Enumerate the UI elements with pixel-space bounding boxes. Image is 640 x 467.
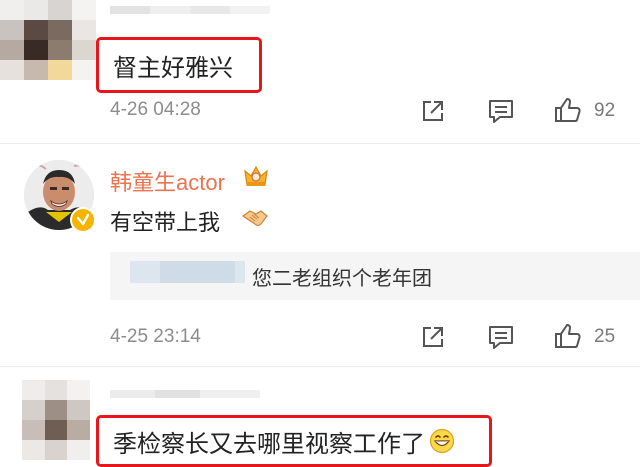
username-pixelated[interactable]: [110, 390, 260, 398]
comment-icon: [489, 100, 513, 123]
like-button[interactable]: [553, 322, 583, 350]
comment-button[interactable]: [487, 324, 515, 350]
avatar-pixelated[interactable]: [0, 0, 96, 80]
divider: [0, 143, 640, 144]
comment-timestamp: 4-25 23:14: [110, 326, 201, 347]
avatar-pixelated[interactable]: [22, 380, 90, 460]
comment-text: 季检察长又去哪里视察工作了: [113, 429, 425, 458]
comment-text: 督主好雅兴: [113, 53, 233, 82]
like-icon: [555, 324, 581, 348]
handshake-emoji-icon: [241, 206, 269, 234]
grin-emoji-icon: [429, 428, 455, 454]
verified-badge-icon: [70, 207, 96, 233]
quoted-reply[interactable]: 您二老组织个老年团: [110, 252, 640, 300]
comment-text-highlighted: 季检察长又去哪里视察工作了: [96, 415, 492, 467]
crown-badge-icon[interactable]: [242, 162, 270, 194]
comment-text: 有空带上我: [110, 211, 221, 236]
comment-text-row: 有空带上我: [110, 205, 220, 237]
share-icon: [423, 101, 443, 121]
comment-icon: [489, 326, 513, 349]
share-button[interactable]: [420, 324, 446, 350]
comment-text-highlighted: 督主好雅兴: [96, 37, 262, 93]
username-text[interactable]: 韩童生actor: [110, 170, 225, 195]
like-count: 25: [594, 326, 616, 347]
quoted-text: 您二老组织个老年团: [252, 266, 432, 290]
like-icon: [555, 98, 581, 122]
divider: [0, 366, 640, 367]
comment-timestamp: 4-26 04:28: [110, 99, 201, 120]
share-icon: [423, 327, 443, 347]
quoted-username-blurred: [160, 261, 235, 283]
username[interactable]: 韩童生actor: [110, 165, 225, 197]
share-button[interactable]: [420, 98, 446, 124]
like-button[interactable]: [553, 96, 583, 124]
username-pixelated[interactable]: [110, 6, 270, 14]
comment-button[interactable]: [487, 98, 515, 124]
like-count: 92: [594, 100, 616, 121]
